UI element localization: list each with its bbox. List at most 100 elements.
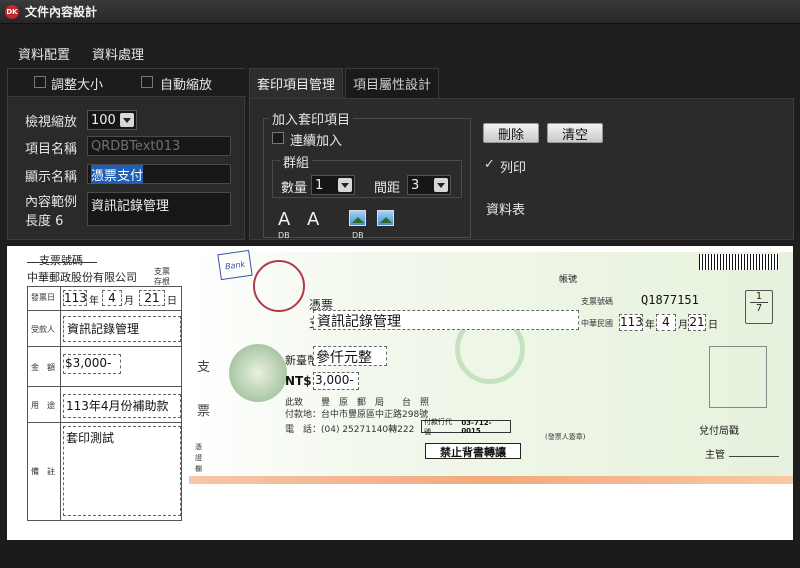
- side-char-1: 支: [197, 360, 211, 375]
- length-label: 長度 6: [25, 214, 64, 229]
- chevron-down-icon[interactable]: [338, 178, 352, 192]
- no-endorse-field[interactable]: 禁止背書轉讓: [425, 443, 521, 459]
- status-area: [0, 540, 800, 568]
- spacing-label: 間距: [374, 181, 401, 196]
- tab-print-item-management[interactable]: 套印項目管理: [249, 68, 344, 98]
- zoom-value: 100: [91, 112, 116, 128]
- zoom-select[interactable]: 100: [87, 110, 137, 130]
- qty-label: 數量: [281, 181, 308, 196]
- zoom-label: 檢視縮放: [25, 115, 78, 130]
- divider: [27, 262, 97, 263]
- item-name-field[interactable]: QRDBText013: [87, 136, 231, 156]
- spacing-value: 3: [411, 177, 420, 193]
- cheque-top-strip: [189, 246, 793, 252]
- divider: [27, 386, 182, 387]
- chevron-down-icon[interactable]: [120, 113, 134, 127]
- stub-cheque-no-label: 支票號碼: [39, 254, 83, 267]
- image-db-icon[interactable]: [349, 210, 366, 226]
- stub-month-char: 月: [124, 296, 134, 307]
- cheque-date-month-field[interactable]: 4: [656, 314, 676, 331]
- spacing-select[interactable]: 3: [407, 175, 451, 195]
- font-icon[interactable]: A: [307, 209, 319, 230]
- continuous-add-label: 連續加入: [290, 134, 343, 149]
- qty-value: 1: [315, 177, 324, 193]
- roc-label: 中華民國: [581, 319, 613, 328]
- cheque-no-value: Q1877151: [641, 293, 699, 307]
- chevron-down-icon[interactable]: [434, 178, 448, 192]
- divider: [27, 346, 182, 347]
- menu-bar: 資料配置 資料處理: [0, 44, 800, 66]
- cheque-year-char: 年: [645, 320, 655, 331]
- datasheet-label: 資料表: [486, 203, 526, 218]
- left-toolbar: 調整大小 自動縮放: [8, 69, 246, 97]
- item-name-label: 項目名稱: [25, 142, 78, 157]
- delete-button[interactable]: 刪除: [483, 123, 539, 143]
- menu-data-processing[interactable]: 資料處理: [92, 44, 144, 66]
- group-subbox-title: 群組: [280, 152, 313, 171]
- address-line: 付款地：台中市豐原區中正路298號: [285, 410, 429, 420]
- display-name-label: 顯示名稱: [25, 170, 78, 185]
- menu-data-layout[interactable]: 資料配置: [18, 44, 70, 66]
- left-label-1: 憑: [195, 443, 202, 451]
- print-check-icon[interactable]: ✓: [484, 157, 495, 172]
- stub-remark-label: 備 註: [31, 467, 55, 476]
- display-name-field[interactable]: 憑票支付: [87, 164, 231, 184]
- stub-amount-label: 金 額: [31, 363, 55, 372]
- left-panel: 調整大小 自動縮放 檢視縮放 100 項目名稱 QRDBText013 顯示名稱…: [7, 68, 246, 240]
- image-icon[interactable]: [377, 210, 394, 226]
- cashier-label: 兌付局戳: [699, 426, 739, 437]
- rosette-icon: [229, 344, 287, 402]
- resize-label: 調整大小: [51, 78, 104, 93]
- content-label: 內容範例: [25, 195, 78, 210]
- stub-payee-label: 受款人: [31, 325, 55, 334]
- item-name-value: QRDBText013: [91, 138, 181, 154]
- clear-button[interactable]: 清空: [547, 123, 603, 143]
- font-db-sub: DB: [278, 231, 290, 240]
- cheque-stub: 支票號碼 中華郵政股份有限公司 支票 存根 發票日 113 年 4 月 21 日…: [7, 246, 188, 540]
- resize-checkbox[interactable]: [34, 76, 46, 88]
- stub-date-year-field[interactable]: 113: [63, 290, 87, 306]
- tab-item-property-design[interactable]: 項目屬性設計: [345, 68, 440, 98]
- add-item-group-title: 加入套印項目: [269, 109, 354, 128]
- phone-line: 電 話：(04) 25271140轉222: [285, 425, 415, 435]
- cheque-payee-field[interactable]: 資訊記錄管理: [313, 310, 579, 330]
- divider: [27, 422, 182, 423]
- qty-select[interactable]: 1: [311, 175, 355, 195]
- cheque-date-day-field[interactable]: 21: [688, 314, 706, 331]
- seal-icon: [253, 260, 305, 312]
- signature-label: (發票人簽章): [545, 433, 586, 441]
- tab-bar: 套印項目管理 項目屬性設計: [249, 68, 440, 98]
- title-bar: DK 文件內容設計: [0, 0, 800, 24]
- font-db-icon[interactable]: A: [278, 209, 290, 230]
- autozoom-label: 自動縮放: [160, 78, 213, 93]
- stub-year-char: 年: [89, 296, 99, 307]
- cheque-body: Bank 帳號 支票號碼 Q1877151 1 7 憑票 支付 資訊記錄管理 中…: [189, 246, 793, 484]
- image-db-sub: DB: [352, 231, 364, 240]
- right-panel: 加入套印項目 連續加入 群組 數量 1 間距 3 A DB A DB 刪除 清空…: [249, 98, 794, 240]
- cheque-bottom-band: [189, 476, 793, 484]
- cheque-no-label: 支票號碼: [581, 297, 613, 306]
- stub-amount-field[interactable]: $3,000-: [63, 354, 121, 374]
- stub-purpose-field[interactable]: 113年4月份補助款: [63, 394, 181, 418]
- stub-date-month-field[interactable]: 4: [102, 290, 122, 306]
- ntd-sign: NT$: [285, 374, 312, 388]
- cheque-date-year-field[interactable]: 113: [619, 314, 643, 331]
- divider: [729, 456, 779, 457]
- side-char-2: 票: [197, 404, 211, 419]
- amount-number-field[interactable]: 3,000-: [313, 372, 359, 390]
- content-value: 資訊記錄管理: [91, 199, 170, 214]
- supervisor-label: 主管: [705, 450, 725, 461]
- content-field[interactable]: 資訊記錄管理: [87, 192, 231, 226]
- design-canvas[interactable]: 支票號碼 中華郵政股份有限公司 支票 存根 發票日 113 年 4 月 21 日…: [7, 246, 793, 540]
- autozoom-checkbox[interactable]: [141, 76, 153, 88]
- cashier-stamp-box: [709, 346, 767, 408]
- stub-purpose-label: 用 途: [31, 401, 55, 410]
- cheque-day-char: 日: [708, 320, 718, 331]
- amount-words-field[interactable]: 參仟元整: [313, 346, 387, 366]
- agent-box: 付款行代號 03-712-0015: [421, 418, 511, 436]
- continuous-add-checkbox[interactable]: [272, 132, 284, 144]
- stub-date-day-field[interactable]: 21: [139, 290, 165, 306]
- stub-payee-field[interactable]: 資訊記錄管理: [63, 316, 181, 342]
- cheque-month-char: 月: [678, 320, 688, 331]
- stub-remark-field[interactable]: 套印測試: [63, 426, 181, 516]
